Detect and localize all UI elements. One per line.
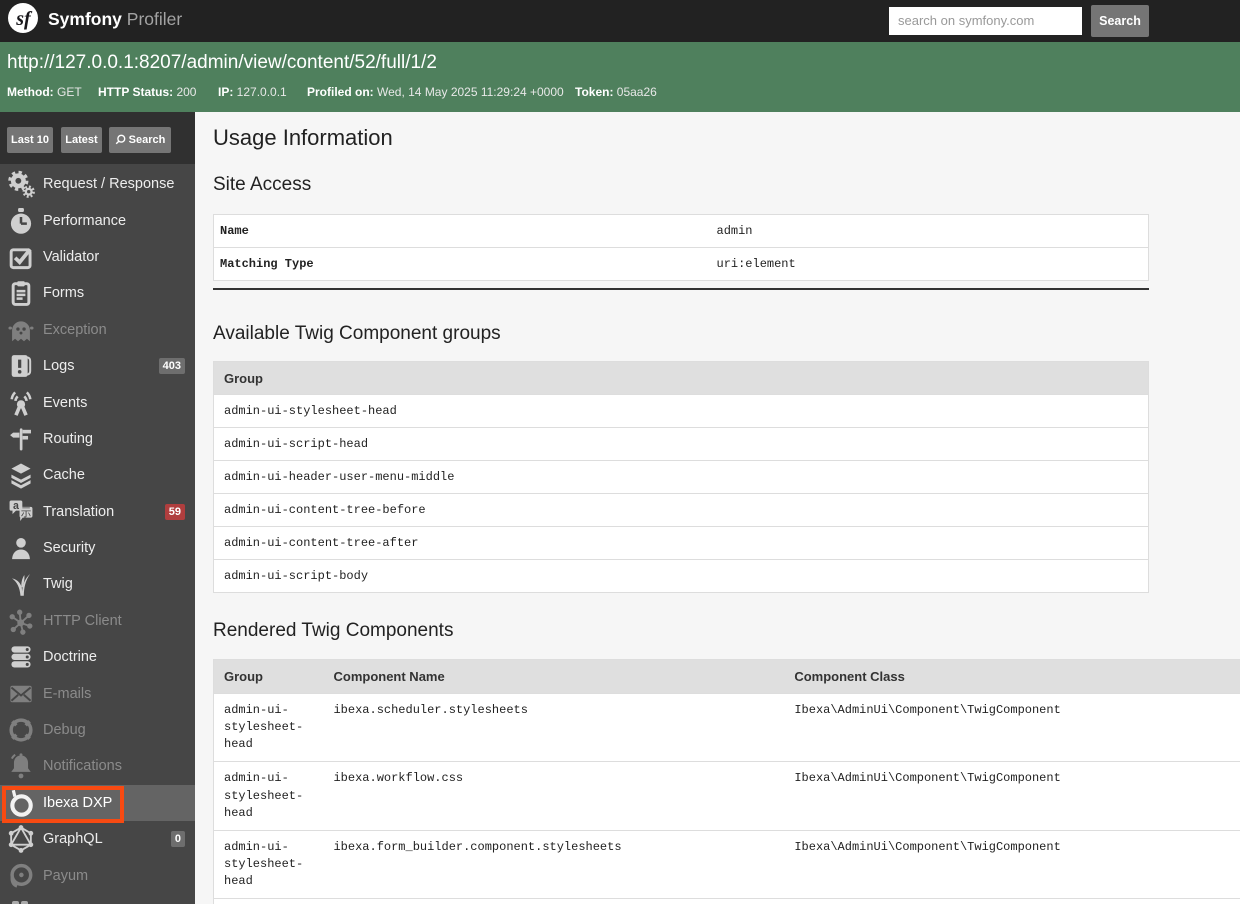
svg-text:a: a (13, 500, 19, 512)
svg-text:示: 示 (21, 507, 32, 519)
svg-text:sf: sf (15, 8, 33, 30)
